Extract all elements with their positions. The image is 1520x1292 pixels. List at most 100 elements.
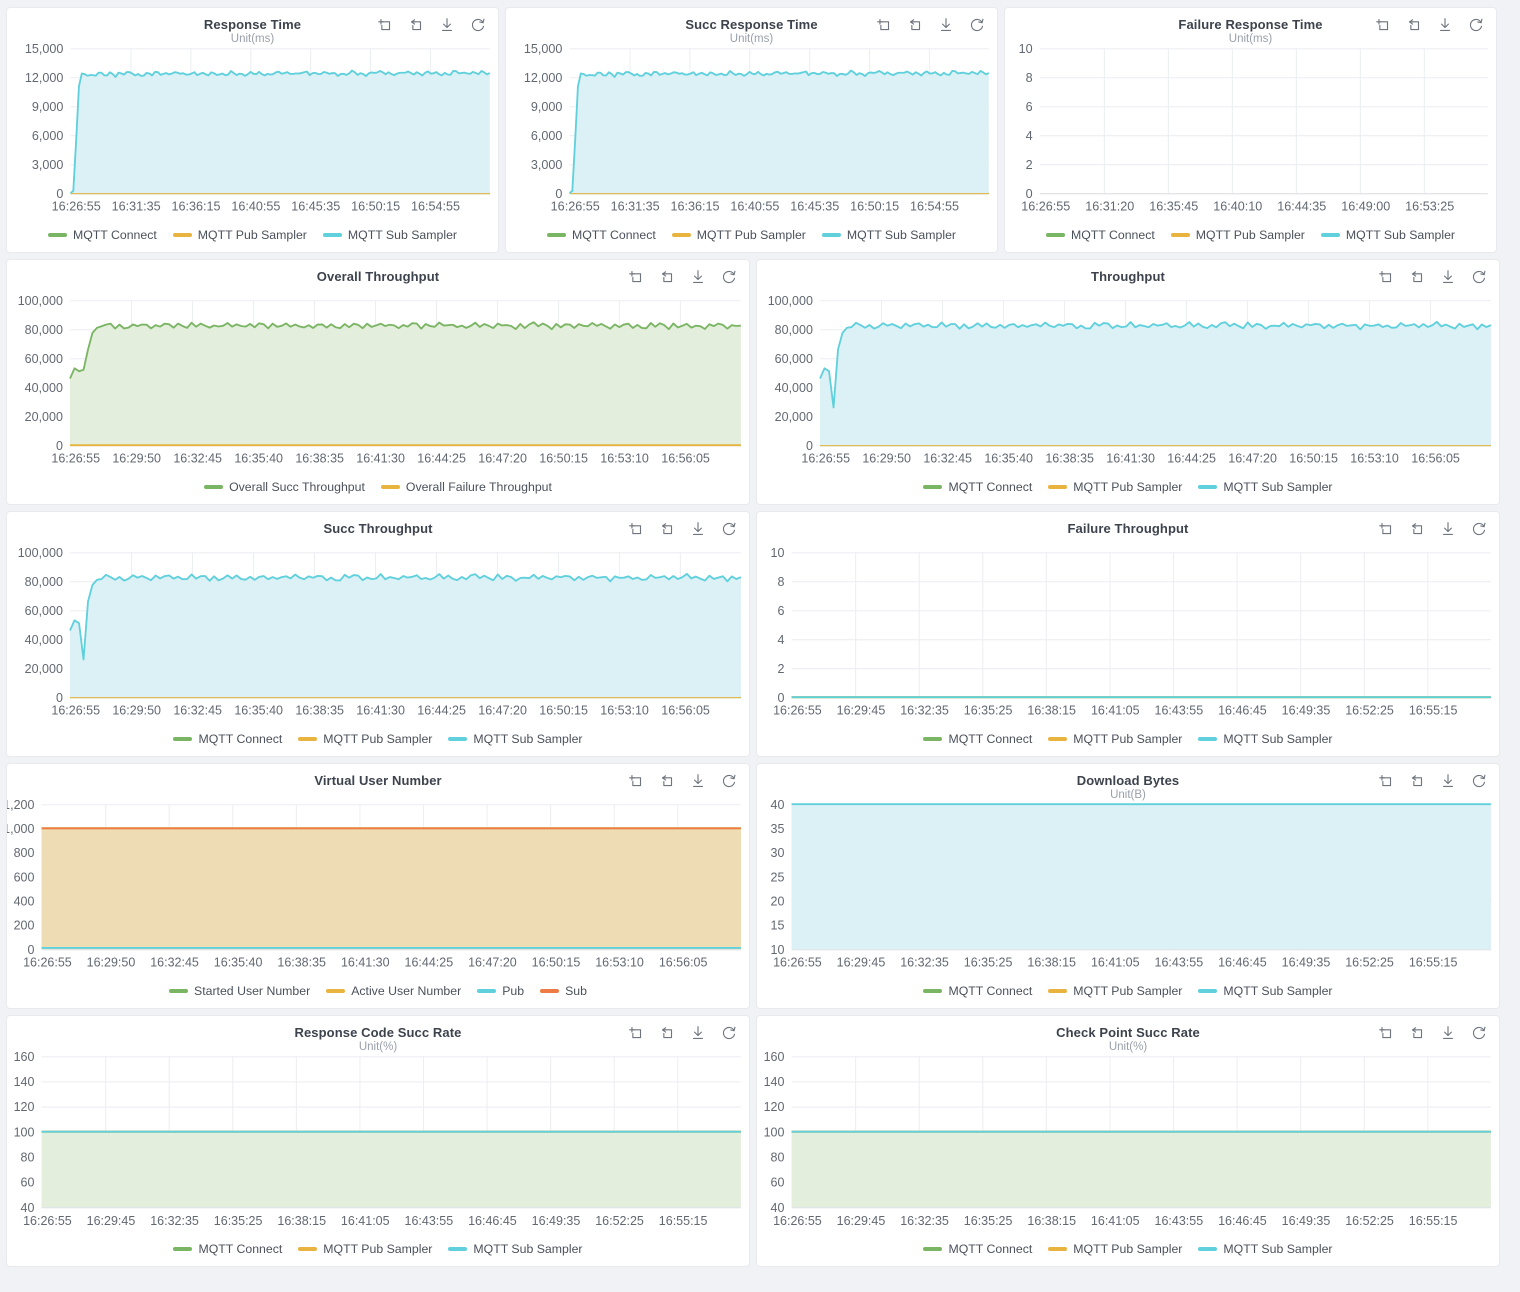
refresh-icon[interactable] [1470,520,1488,538]
legend-item[interactable]: MQTT Sub Sampler [822,228,956,242]
legend-label: MQTT Connect [948,480,1032,494]
download-icon[interactable] [1439,1024,1457,1042]
download-icon[interactable] [689,268,707,286]
legend-item[interactable]: MQTT Sub Sampler [1198,1242,1332,1256]
share-icon[interactable] [658,1024,676,1042]
legend-item[interactable]: MQTT Pub Sampler [298,732,432,746]
refresh-icon[interactable] [968,16,986,34]
legend-item[interactable]: MQTT Connect [923,984,1032,998]
legend-label: MQTT Sub Sampler [1346,228,1455,242]
refresh-icon[interactable] [1467,16,1485,34]
add-to-dashboard-icon[interactable] [376,16,394,34]
svg-text:16:53:10: 16:53:10 [1350,452,1399,466]
legend-item[interactable]: Started User Number [169,984,310,998]
svg-text:9,000: 9,000 [32,100,64,114]
chart-legend: MQTT Connect MQTT Pub Sampler MQTT Sub Sam… [7,722,749,756]
add-to-dashboard-icon[interactable] [627,1024,645,1042]
refresh-icon[interactable] [720,520,738,538]
legend-item[interactable]: MQTT Connect [547,228,656,242]
legend-swatch-icon [204,485,223,489]
chart-plot-area: 03,0006,0009,00012,00015,00016:26:5516:3… [506,42,997,218]
legend-item[interactable]: Overall Failure Throughput [381,480,552,494]
svg-text:16:50:15: 16:50:15 [539,704,588,718]
share-icon[interactable] [658,268,676,286]
legend-item[interactable]: MQTT Pub Sampler [1048,480,1182,494]
svg-text:16:55:15: 16:55:15 [659,1214,708,1228]
svg-text:16:53:10: 16:53:10 [595,956,644,970]
download-icon[interactable] [689,520,707,538]
svg-text:16:50:15: 16:50:15 [539,452,588,466]
svg-text:16:41:30: 16:41:30 [1106,452,1155,466]
refresh-icon[interactable] [720,268,738,286]
add-to-dashboard-icon[interactable] [1374,16,1392,34]
svg-text:16:26:55: 16:26:55 [773,704,822,718]
legend-item[interactable]: Sub [540,984,587,998]
legend-swatch-icon [1048,737,1067,741]
legend-item[interactable]: MQTT Connect [923,732,1032,746]
add-to-dashboard-icon[interactable] [875,16,893,34]
share-icon[interactable] [1408,268,1426,286]
legend-item[interactable]: MQTT Connect [923,1242,1032,1256]
refresh-icon[interactable] [1470,1024,1488,1042]
legend-item[interactable]: MQTT Pub Sampler [1048,984,1182,998]
download-icon[interactable] [689,772,707,790]
add-to-dashboard-icon[interactable] [1377,772,1395,790]
legend-item[interactable]: MQTT Connect [48,228,157,242]
legend-item[interactable]: MQTT Pub Sampler [1171,228,1305,242]
legend-swatch-icon [672,233,691,237]
download-icon[interactable] [1439,520,1457,538]
download-icon[interactable] [937,16,955,34]
share-icon[interactable] [1408,1024,1426,1042]
add-to-dashboard-icon[interactable] [1377,1024,1395,1042]
legend-item[interactable]: Pub [477,984,524,998]
legend-item[interactable]: Overall Succ Throughput [204,480,365,494]
add-to-dashboard-icon[interactable] [627,520,645,538]
legend-item[interactable]: MQTT Pub Sampler [298,1242,432,1256]
add-to-dashboard-icon[interactable] [627,268,645,286]
svg-text:16:35:25: 16:35:25 [964,704,1013,718]
share-icon[interactable] [407,16,425,34]
chart-card-failure-response-time: Failure Response TimeUnit(ms) 024681016:… [1004,7,1497,253]
legend-item[interactable]: MQTT Pub Sampler [1048,1242,1182,1256]
legend-item[interactable]: MQTT Sub Sampler [1321,228,1455,242]
download-icon[interactable] [438,16,456,34]
svg-text:16:44:25: 16:44:25 [417,704,466,718]
legend-item[interactable]: MQTT Pub Sampler [672,228,806,242]
add-to-dashboard-icon[interactable] [1377,268,1395,286]
refresh-icon[interactable] [720,1024,738,1042]
legend-item[interactable]: MQTT Sub Sampler [323,228,457,242]
refresh-icon[interactable] [1470,268,1488,286]
legend-item[interactable]: MQTT Sub Sampler [1198,732,1332,746]
legend-item[interactable]: MQTT Pub Sampler [1048,732,1182,746]
share-icon[interactable] [1408,772,1426,790]
refresh-icon[interactable] [469,16,487,34]
chart-canvas: 1015202530354016:26:5516:29:4516:32:3516… [757,798,1499,974]
add-to-dashboard-icon[interactable] [627,772,645,790]
legend-swatch-icon [448,737,467,741]
legend-item[interactable]: MQTT Connect [173,732,282,746]
legend-item[interactable]: Active User Number [326,984,461,998]
download-icon[interactable] [1436,16,1454,34]
refresh-icon[interactable] [1470,772,1488,790]
refresh-icon[interactable] [720,772,738,790]
svg-text:100,000: 100,000 [768,294,813,308]
download-icon[interactable] [1439,268,1457,286]
share-icon[interactable] [906,16,924,34]
legend-item[interactable]: MQTT Connect [1046,228,1155,242]
legend-item[interactable]: MQTT Sub Sampler [448,732,582,746]
legend-item[interactable]: MQTT Connect [923,480,1032,494]
add-to-dashboard-icon[interactable] [1377,520,1395,538]
legend-item[interactable]: MQTT Pub Sampler [173,228,307,242]
svg-text:16:31:35: 16:31:35 [611,200,660,214]
share-icon[interactable] [658,772,676,790]
share-icon[interactable] [1405,16,1423,34]
legend-item[interactable]: MQTT Sub Sampler [448,1242,582,1256]
chart-card-response-code-succ-rate: Response Code Succ RateUnit(%) 406080100… [6,1015,750,1267]
legend-item[interactable]: MQTT Sub Sampler [1198,480,1332,494]
share-icon[interactable] [1408,520,1426,538]
legend-item[interactable]: MQTT Connect [173,1242,282,1256]
share-icon[interactable] [658,520,676,538]
download-icon[interactable] [689,1024,707,1042]
legend-item[interactable]: MQTT Sub Sampler [1198,984,1332,998]
download-icon[interactable] [1439,772,1457,790]
